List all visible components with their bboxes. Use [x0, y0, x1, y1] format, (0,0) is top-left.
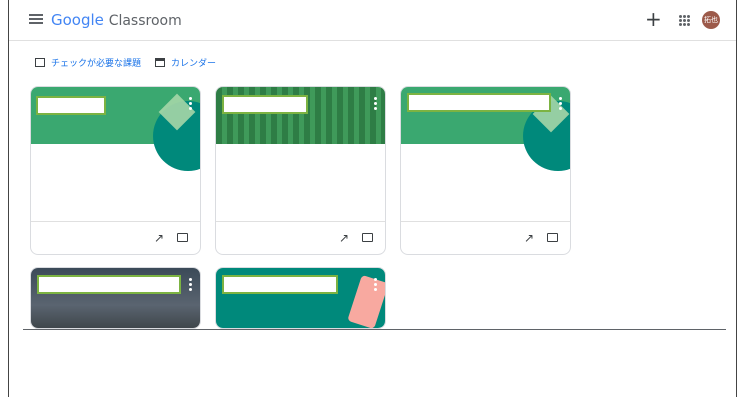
class-card[interactable]: ↗ [215, 86, 386, 255]
kebab-menu-icon[interactable] [374, 97, 377, 112]
folder-icon[interactable] [177, 233, 188, 242]
todo-icon [35, 58, 45, 67]
trending-icon[interactable]: ↗ [339, 231, 349, 245]
card-footer: ↗ [31, 222, 200, 254]
card-body [216, 144, 385, 222]
main-menu-icon[interactable] [29, 14, 43, 24]
class-banner[interactable] [401, 87, 570, 171]
avatar[interactable]: 拓也 [702, 11, 720, 29]
trending-icon[interactable]: ↗ [154, 231, 164, 245]
class-banner[interactable] [216, 87, 385, 144]
brand-google: Google [51, 11, 104, 29]
class-banner[interactable] [31, 87, 200, 171]
kebab-menu-icon[interactable] [189, 97, 192, 112]
card-footer: ↗ [401, 222, 570, 254]
apps-grid-icon[interactable] [679, 15, 690, 26]
class-card[interactable] [215, 267, 386, 329]
browser-frame: Google Classroom + 拓也 チェックが必要な課題 カレンダー ↗ [8, 0, 737, 397]
class-name-box [222, 275, 338, 294]
class-name-box [407, 93, 551, 112]
class-name-box [36, 96, 106, 115]
class-banner[interactable] [216, 268, 385, 328]
content-divider [23, 329, 726, 330]
app-logo[interactable]: Google Classroom [51, 11, 182, 29]
class-name-box [222, 95, 308, 114]
class-card[interactable] [30, 267, 201, 329]
folder-icon[interactable] [362, 233, 373, 242]
todo-link[interactable]: チェックが必要な課題 [35, 56, 141, 69]
class-banner[interactable] [31, 268, 200, 328]
class-name-box [37, 275, 181, 294]
kebab-menu-icon[interactable] [189, 278, 192, 293]
folder-icon[interactable] [547, 233, 558, 242]
kebab-menu-icon[interactable] [374, 278, 377, 293]
todo-label: チェックが必要な課題 [51, 59, 142, 69]
brand-product: Classroom [108, 13, 182, 29]
calendar-label: カレンダー [171, 59, 217, 69]
calendar-icon [155, 58, 166, 67]
class-card[interactable]: ↗ [30, 86, 201, 255]
trending-icon[interactable]: ↗ [524, 231, 534, 245]
add-class-button[interactable]: + [645, 9, 662, 29]
top-bar: Google Classroom + 拓也 [9, 0, 736, 41]
card-footer: ↗ [216, 222, 385, 254]
kebab-menu-icon[interactable] [559, 97, 562, 112]
class-card[interactable]: ↗ [400, 86, 571, 255]
quick-links: チェックが必要な課題 カレンダー [35, 56, 230, 69]
calendar-link[interactable]: カレンダー [155, 56, 216, 69]
